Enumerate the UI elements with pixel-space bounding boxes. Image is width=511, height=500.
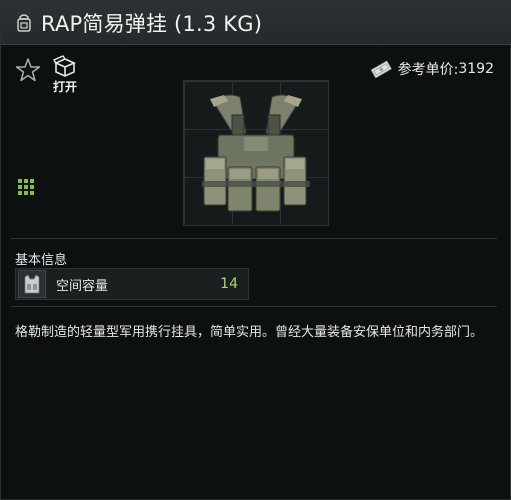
divider bbox=[11, 306, 497, 307]
open-button[interactable]: 打开 bbox=[51, 55, 79, 95]
divider bbox=[11, 238, 497, 239]
stat-row-capacity: 空间容量 14 bbox=[15, 268, 249, 300]
box-open-icon bbox=[53, 55, 76, 77]
open-button-label: 打开 bbox=[52, 80, 77, 94]
section-basic-info: 基本信息 bbox=[15, 253, 68, 268]
stat-value: 14 bbox=[220, 276, 238, 292]
stat-label: 空间容量 bbox=[56, 278, 109, 294]
chest-rig-image bbox=[202, 94, 310, 212]
item-size-icon bbox=[18, 179, 34, 195]
star-icon[interactable] bbox=[15, 57, 41, 83]
item-description: 格勒制造的轻量型军用携行挂具，简单实用。曾经大量装备安保单位和内务部门。 bbox=[15, 325, 484, 340]
title-bar[interactable]: RAP简易弹挂 (1.3 KG) bbox=[1, 1, 511, 45]
vest-icon bbox=[18, 270, 46, 298]
price-value: 3192 bbox=[458, 61, 494, 77]
price-label: 参考单价: bbox=[397, 62, 459, 78]
backpack-icon bbox=[17, 13, 31, 32]
item-preview bbox=[183, 80, 329, 226]
money-icon bbox=[370, 60, 392, 78]
item-title: RAP简易弹挂 (1.3 KG) bbox=[41, 11, 263, 36]
reference-price: 参考单价: 3192 bbox=[370, 59, 494, 79]
item-inspect-panel: RAP简易弹挂 (1.3 KG) 打开 参考单价: 3192 基本信息 空间容量… bbox=[0, 0, 511, 500]
